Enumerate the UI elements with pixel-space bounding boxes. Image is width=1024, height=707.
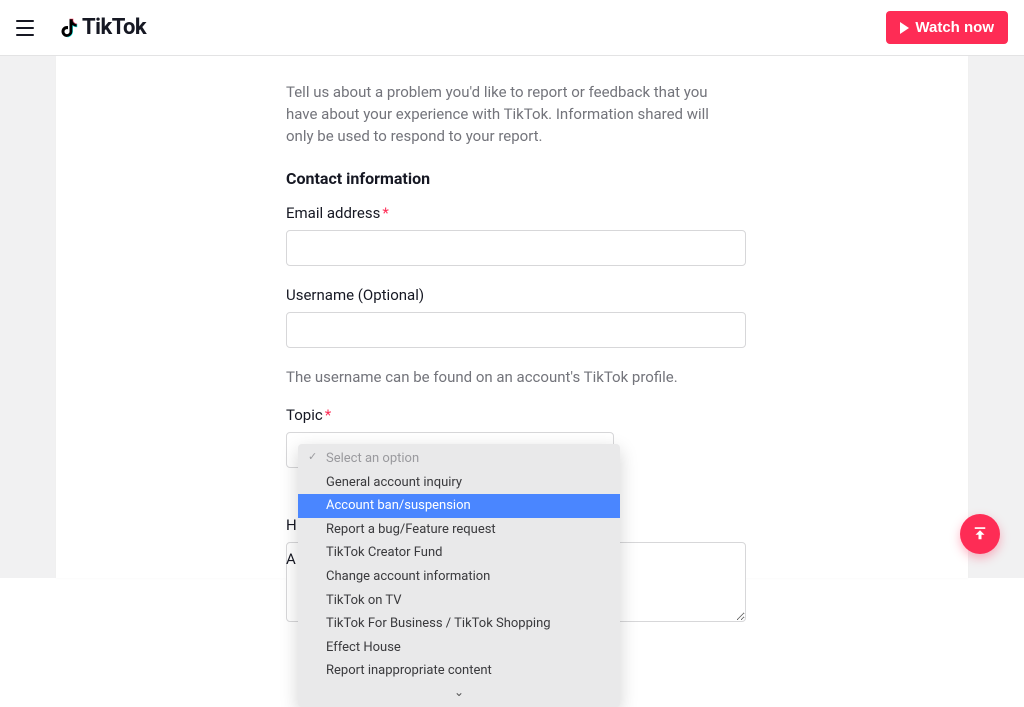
topic-label: Topic* [286, 406, 738, 424]
dropdown-option[interactable]: TikTok on TV [298, 589, 620, 613]
brand-text: TikTok [82, 15, 146, 40]
topic-select-wrap: Select an option General account inquiry… [286, 432, 746, 468]
form-card: Tell us about a problem you'd like to re… [56, 56, 968, 578]
watch-now-button[interactable]: Watch now [886, 11, 1008, 44]
username-field-block: Username (Optional) [286, 286, 738, 348]
page-body: Tell us about a problem you'd like to re… [0, 56, 1024, 578]
menu-icon[interactable] [16, 16, 40, 40]
chevron-down-icon[interactable]: ⌄ [298, 683, 620, 701]
username-helper: The username can be found on an account'… [286, 368, 738, 386]
dropdown-option[interactable]: TikTok Creator Fund [298, 541, 620, 565]
dropdown-option[interactable]: TikTok For Business / TikTok Shopping [298, 612, 620, 636]
dropdown-option[interactable]: Change account information [298, 565, 620, 589]
email-input[interactable] [286, 230, 746, 266]
attach-leading: A [286, 550, 296, 568]
watch-now-label: Watch now [915, 19, 994, 36]
tiktok-note-icon [56, 16, 80, 40]
email-label: Email address* [286, 204, 738, 222]
topic-dropdown: Select an option General account inquiry… [298, 444, 620, 706]
logo[interactable]: TikTok [56, 15, 146, 40]
dropdown-option[interactable]: Effect House [298, 636, 620, 660]
dropdown-option[interactable]: General account inquiry [298, 471, 620, 495]
username-label: Username (Optional) [286, 286, 738, 304]
arrow-up-icon [971, 525, 989, 543]
dropdown-option[interactable]: Report inappropriate content [298, 659, 620, 683]
email-field-block: Email address* [286, 204, 738, 266]
required-star: * [325, 406, 331, 424]
username-input[interactable] [286, 312, 746, 348]
intro-text: Tell us about a problem you'd like to re… [286, 56, 738, 147]
header: TikTok Watch now [0, 0, 1024, 56]
dropdown-option-highlighted[interactable]: Account ban/suspension [298, 494, 620, 518]
dropdown-placeholder[interactable]: Select an option [298, 444, 620, 471]
topic-field-block: Topic* Select an option General account … [286, 406, 738, 468]
play-icon [900, 22, 909, 34]
scroll-top-button[interactable] [960, 514, 1000, 554]
dropdown-option[interactable]: Report a bug/Feature request [298, 518, 620, 542]
required-star: * [382, 204, 388, 222]
header-left: TikTok [16, 15, 146, 40]
contact-section-title: Contact information [286, 169, 738, 188]
